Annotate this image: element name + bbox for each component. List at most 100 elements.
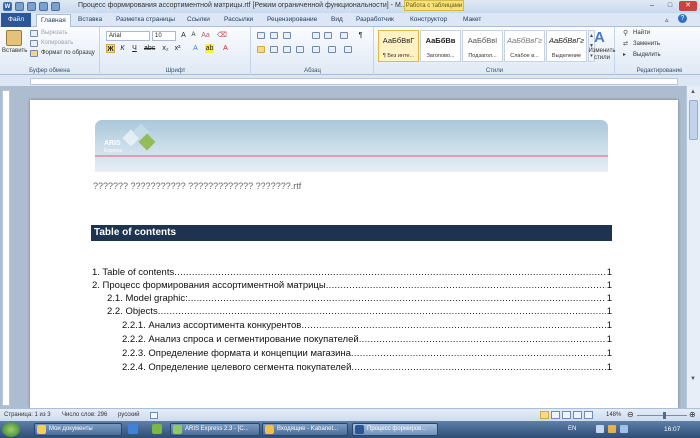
tray-icon-3[interactable] xyxy=(620,425,628,433)
quicklaunch-icon-2[interactable] xyxy=(152,424,162,434)
strikethrough-icon[interactable]: abc xyxy=(144,44,155,53)
sort-icon[interactable] xyxy=(340,32,348,39)
full-screen-view-icon[interactable] xyxy=(551,411,560,419)
numbering-icon[interactable] xyxy=(270,32,278,39)
increase-indent-icon[interactable] xyxy=(324,32,332,39)
find-button[interactable]: Найти xyxy=(633,30,650,36)
tab-layout[interactable]: Макет xyxy=(459,14,485,27)
status-language[interactable]: русский xyxy=(118,412,140,418)
minimize-ribbon-icon[interactable]: ▵ xyxy=(665,16,669,24)
word-app-icon[interactable]: W xyxy=(3,2,12,11)
font-color-icon[interactable]: A xyxy=(221,44,230,53)
superscript-icon[interactable]: x² xyxy=(173,44,182,53)
cut-icon[interactable] xyxy=(30,30,38,37)
bullets-icon[interactable] xyxy=(257,32,265,39)
multilevel-list-icon[interactable] xyxy=(283,32,291,39)
borders-icon[interactable] xyxy=(344,46,352,53)
toc-entry[interactable]: 2.2.3. Определение формата и концепции м… xyxy=(122,348,612,360)
undo-icon[interactable] xyxy=(27,2,36,11)
decrease-indent-icon[interactable] xyxy=(312,32,320,39)
grow-font-icon[interactable]: A xyxy=(179,31,188,40)
toc-entry[interactable]: 2.2.4. Определение целевого сегмента пок… xyxy=(122,362,612,374)
style-heading-1[interactable]: АаБбВв Заголово... xyxy=(420,30,461,62)
taskbar-item-my-documents[interactable]: Мои документы xyxy=(34,423,122,436)
format-painter-button[interactable]: Формат по образцу xyxy=(41,50,95,56)
scroll-up-icon[interactable]: ▲ xyxy=(690,89,696,95)
zoom-slider-thumb[interactable] xyxy=(663,412,666,419)
style-emphasis[interactable]: АаБбВвГг Выделение xyxy=(546,30,587,62)
zoom-out-icon[interactable]: ⊖ xyxy=(627,410,634,419)
align-left-icon[interactable] xyxy=(257,46,265,53)
change-case-icon[interactable]: Aa xyxy=(201,31,210,40)
toc-entry[interactable]: 2.2. Objects............................… xyxy=(107,306,612,318)
paste-icon[interactable] xyxy=(6,30,22,46)
zoom-slider[interactable] xyxy=(637,415,687,416)
macro-record-icon[interactable] xyxy=(150,412,158,419)
customize-qat-icon[interactable] xyxy=(51,2,60,11)
clear-formatting-icon[interactable]: ⌫ xyxy=(217,31,227,40)
tab-references[interactable]: Ссылки xyxy=(183,14,214,27)
shrink-font-icon[interactable]: A xyxy=(189,31,198,40)
tab-file[interactable]: Файл xyxy=(1,13,31,27)
cut-button[interactable]: Вырезать xyxy=(41,30,68,36)
select-button[interactable]: Выделить xyxy=(633,52,661,58)
scroll-down-icon[interactable]: ▼ xyxy=(690,376,696,382)
toc-entry[interactable]: 2.2.1. Анализ ассортимента конкурентов..… xyxy=(122,320,612,332)
font-name-select[interactable]: Arial xyxy=(106,31,150,41)
copy-icon[interactable] xyxy=(30,40,38,47)
shading-icon[interactable] xyxy=(328,46,336,53)
quicklaunch-icon-1[interactable] xyxy=(128,424,138,434)
tab-design[interactable]: Конструктор xyxy=(406,14,451,27)
replace-button[interactable]: Заменить xyxy=(633,41,660,47)
copy-button[interactable]: Копировать xyxy=(41,40,73,46)
help-icon[interactable]: ? xyxy=(678,14,687,23)
horizontal-ruler[interactable] xyxy=(30,78,678,85)
style-subtle-emphasis[interactable]: АаБбВвГг Слабое в... xyxy=(504,30,545,62)
tab-developer[interactable]: Разработчик xyxy=(352,14,398,27)
taskbar-item-word-document[interactable]: Процесс формиров... xyxy=(352,423,438,436)
tab-page-layout[interactable]: Разметка страницы xyxy=(112,14,179,27)
toc-entry[interactable]: 1. Table of contents....................… xyxy=(92,267,612,279)
web-layout-view-icon[interactable] xyxy=(562,411,571,419)
tray-icon-2[interactable] xyxy=(608,425,616,433)
scroll-thumb[interactable] xyxy=(689,100,698,140)
taskbar-item-inbox[interactable]: Входящие - Kabanet... xyxy=(262,423,348,436)
style-subtitle[interactable]: АаБбВвІ Подзагол... xyxy=(462,30,503,62)
vertical-scrollbar[interactable]: ▲ ▼ xyxy=(686,86,700,408)
highlight-icon[interactable]: ab xyxy=(205,44,214,53)
change-styles-icon[interactable]: A xyxy=(594,29,605,46)
bold-button[interactable]: Ж xyxy=(106,44,115,53)
tab-view[interactable]: Вид xyxy=(327,14,347,27)
zoom-level[interactable]: 148% xyxy=(606,412,621,418)
print-layout-view-icon[interactable] xyxy=(540,411,549,419)
line-spacing-icon[interactable] xyxy=(312,46,320,53)
underline-button[interactable]: Ч xyxy=(130,44,139,53)
minimize-button[interactable]: – xyxy=(643,1,661,11)
font-size-select[interactable]: 10 xyxy=(152,31,176,41)
align-right-icon[interactable] xyxy=(283,46,291,53)
status-words[interactable]: Число слов: 296 xyxy=(62,412,107,418)
close-button[interactable]: ✕ xyxy=(679,1,697,11)
italic-button[interactable]: К xyxy=(118,44,127,53)
align-center-icon[interactable] xyxy=(270,46,278,53)
change-styles-button[interactable]: Изменить стили xyxy=(586,48,618,62)
justify-icon[interactable] xyxy=(296,46,304,53)
format-painter-icon[interactable] xyxy=(30,50,38,57)
toc-entry[interactable]: 2.1. Model graphic:.....................… xyxy=(107,293,612,305)
style-no-spacing[interactable]: АаБбВвГ ¶ Без инте... xyxy=(378,30,419,62)
language-indicator[interactable]: EN xyxy=(568,426,576,432)
start-button[interactable] xyxy=(2,422,20,437)
show-marks-icon[interactable]: ¶ xyxy=(356,31,365,40)
toc-entry[interactable]: 2. Процесс формирования ассортиментной м… xyxy=(92,280,612,292)
toc-entry[interactable]: 2.2.2. Анализ спроса и сегментирование п… xyxy=(122,334,612,346)
tab-mailings[interactable]: Рассылки xyxy=(220,14,257,27)
draft-view-icon[interactable] xyxy=(584,411,593,419)
redo-icon[interactable] xyxy=(39,2,48,11)
outline-view-icon[interactable] xyxy=(573,411,582,419)
taskbar-item-aris-express[interactable]: ARIS Express 2.3 - [C... xyxy=(170,423,260,436)
paste-button[interactable]: Вставить xyxy=(2,48,27,54)
tab-review[interactable]: Рецензирование xyxy=(263,14,321,27)
tab-insert[interactable]: Вставка xyxy=(74,14,106,27)
status-page[interactable]: Страница: 1 из 3 xyxy=(4,412,51,418)
save-icon[interactable] xyxy=(15,2,24,11)
